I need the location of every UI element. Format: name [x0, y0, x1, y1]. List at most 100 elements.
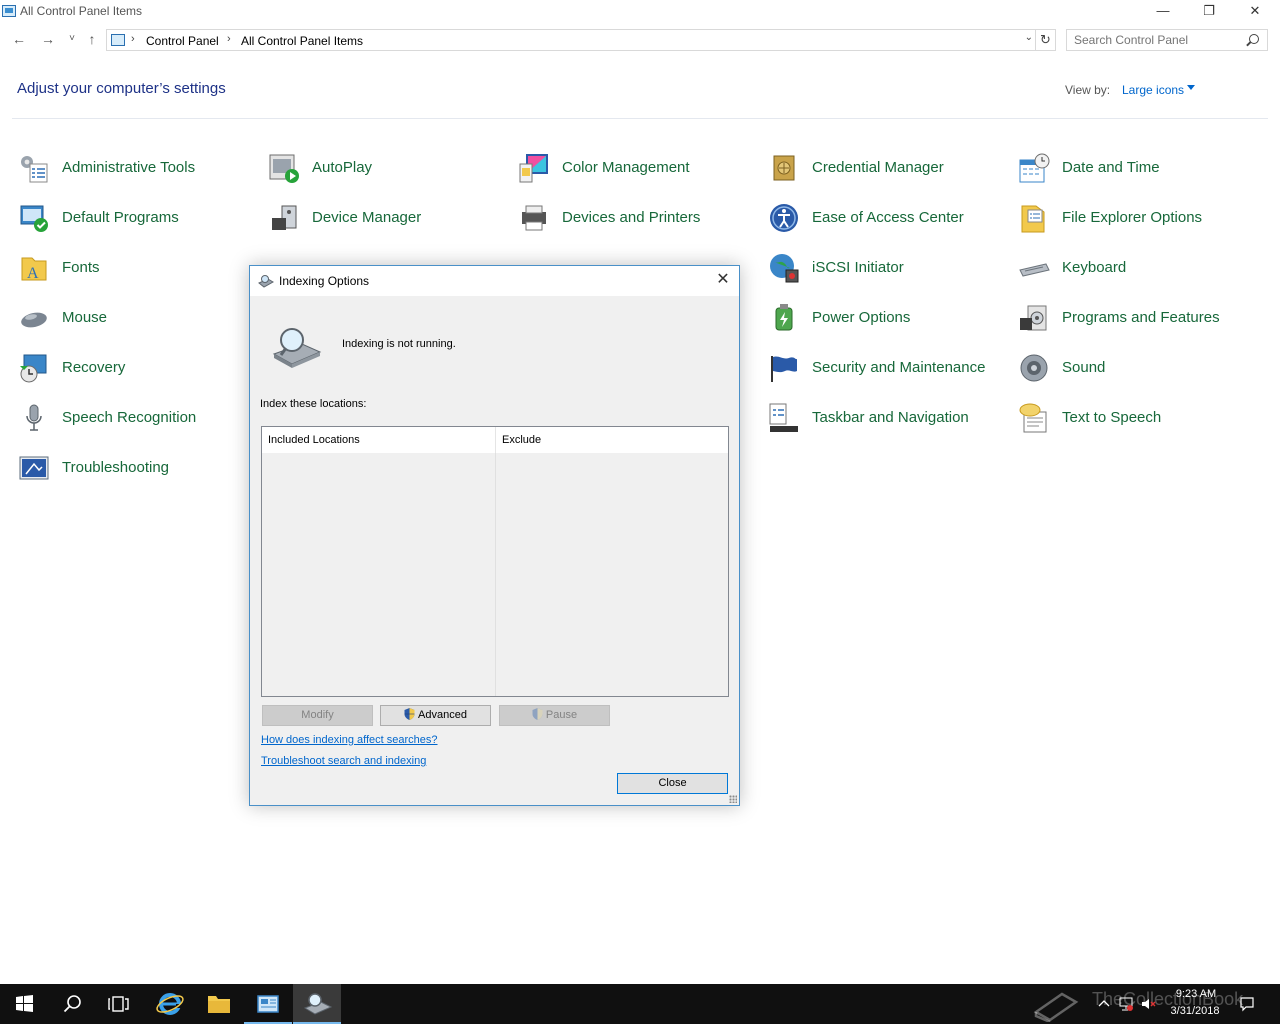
network-icon[interactable] [1118, 996, 1134, 1012]
close-button[interactable]: Close [617, 773, 728, 794]
advanced-label[interactable]: Advanced [418, 709, 467, 721]
close-window-button[interactable]: ✕ [1232, 0, 1278, 24]
item-label[interactable]: Device Manager [312, 209, 421, 226]
item-troubleshooting[interactable]: Troubleshooting [18, 452, 258, 486]
page-title: Adjust your computer’s settings [17, 80, 226, 97]
start-button[interactable] [0, 984, 48, 1024]
recent-locations-button[interactable]: ˅ [62, 29, 82, 51]
item-device-manager[interactable]: Device Manager [268, 202, 508, 236]
item-recovery[interactable]: Recovery [18, 352, 258, 386]
task-view-button[interactable] [96, 984, 144, 1024]
pause-button[interactable]: Pause [499, 705, 610, 726]
item-label[interactable]: Credential Manager [812, 159, 944, 176]
item-sound[interactable]: Sound [1018, 352, 1258, 386]
mouse-icon [21, 312, 47, 328]
item-keyboard[interactable]: Keyboard [1018, 252, 1258, 286]
item-label[interactable]: iSCSI Initiator [812, 259, 904, 276]
column-included-locations[interactable]: Included Locations [262, 427, 496, 453]
item-iscsi-initiator[interactable]: iSCSI Initiator [768, 252, 1008, 286]
item-speech-recognition[interactable]: Speech Recognition [18, 402, 258, 436]
clock-time[interactable]: 9:23 AM [1170, 988, 1222, 1000]
volume-muted-icon[interactable] [1140, 996, 1156, 1012]
column-exclude[interactable]: Exclude [496, 427, 728, 453]
minimize-button[interactable]: — [1140, 0, 1186, 24]
item-ease-of-access[interactable]: Ease of Access Center [768, 202, 1008, 236]
item-label[interactable]: Ease of Access Center [812, 209, 964, 226]
item-label[interactable]: Administrative Tools [62, 159, 195, 176]
item-label[interactable]: Recovery [62, 359, 125, 376]
item-text-to-speech[interactable]: Text to Speech [1018, 402, 1258, 436]
item-label[interactable]: AutoPlay [312, 159, 372, 176]
item-label[interactable]: Taskbar and Navigation [812, 409, 969, 426]
item-programs-features[interactable]: Programs and Features [1018, 302, 1258, 336]
address-dropdown-icon[interactable]: ⌄ [1025, 32, 1033, 43]
item-label[interactable]: Security and Maintenance [812, 359, 985, 376]
item-autoplay[interactable]: AutoPlay [268, 152, 508, 186]
chevron-down-icon[interactable] [1187, 85, 1195, 90]
locations-list[interactable]: Included Locations Exclude [261, 426, 729, 697]
indexing-help-link[interactable]: How does indexing affect searches? [261, 734, 438, 746]
breadcrumb-separator[interactable]: › [131, 33, 135, 45]
chevron-up-icon[interactable] [1096, 996, 1112, 1012]
item-mouse[interactable]: Mouse [18, 302, 258, 336]
view-by-dropdown[interactable]: Large icons [1122, 83, 1184, 97]
advanced-button[interactable]: Advanced [380, 705, 491, 726]
item-label[interactable]: Programs and Features [1062, 309, 1220, 326]
search-box[interactable] [1066, 29, 1268, 51]
dialog-titlebar: Indexing Options ✕ [250, 266, 739, 296]
item-file-explorer-options[interactable]: File Explorer Options [1018, 202, 1258, 236]
item-label[interactable]: Devices and Printers [562, 209, 700, 226]
item-label[interactable]: Mouse [62, 309, 107, 326]
resize-grip[interactable] [729, 795, 737, 803]
item-label[interactable]: Default Programs [62, 209, 179, 226]
clock-date[interactable]: 3/31/2018 [1168, 1005, 1222, 1017]
pause-label[interactable]: Pause [546, 709, 577, 721]
view-by-label: View by: [1065, 83, 1111, 97]
address-bar[interactable]: › Control Panel › All Control Panel Item… [106, 29, 1036, 51]
restore-button[interactable]: ❐ [1186, 0, 1232, 24]
item-date-time[interactable]: Date and Time [1018, 152, 1258, 186]
item-label[interactable]: Keyboard [1062, 259, 1126, 276]
back-button[interactable]: ← [9, 29, 29, 51]
forward-button[interactable]: → [38, 29, 58, 51]
control-panel-taskbar-button[interactable] [244, 984, 292, 1024]
item-label[interactable]: Color Management [562, 159, 690, 176]
search-taskbar-button[interactable] [48, 984, 96, 1024]
item-label[interactable]: Sound [1062, 359, 1105, 376]
keyboard-icon [1019, 263, 1050, 277]
indexing-options-taskbar-button[interactable] [293, 984, 341, 1024]
ease-of-access-icon [770, 204, 798, 232]
item-label[interactable]: Power Options [812, 309, 910, 326]
breadcrumb-control-panel[interactable]: Control Panel [146, 34, 219, 48]
item-taskbar-navigation[interactable]: Taskbar and Navigation [768, 402, 1008, 436]
item-label[interactable]: Text to Speech [1062, 409, 1161, 426]
modify-button[interactable]: Modify [262, 705, 373, 726]
book-logo-icon [1033, 992, 1079, 1022]
breadcrumb-separator[interactable]: › [227, 33, 231, 45]
item-label[interactable]: Date and Time [1062, 159, 1160, 176]
item-default-programs[interactable]: Default Programs [18, 202, 258, 236]
internet-explorer-button[interactable] [146, 984, 194, 1024]
item-label[interactable]: Fonts [62, 259, 100, 276]
file-explorer-button[interactable] [195, 984, 243, 1024]
action-center-icon[interactable] [1239, 996, 1255, 1012]
search-icon[interactable] [1249, 34, 1259, 44]
item-devices-printers[interactable]: Devices and Printers [518, 202, 758, 236]
item-credential-manager[interactable]: Credential Manager [768, 152, 1008, 186]
item-fonts[interactable]: A Fonts [18, 252, 258, 286]
item-administrative-tools[interactable]: Administrative Tools [18, 152, 258, 186]
search-input[interactable] [1067, 30, 1243, 50]
dialog-close-icon[interactable]: ✕ [707, 266, 739, 296]
item-label[interactable]: Troubleshooting [62, 459, 169, 476]
item-label[interactable]: Speech Recognition [62, 409, 196, 426]
item-color-management[interactable]: Color Management [518, 152, 758, 186]
refresh-button[interactable]: ↻ [1036, 29, 1056, 51]
recovery-icon [20, 354, 47, 383]
item-security-maintenance[interactable]: Security and Maintenance [768, 352, 1008, 386]
troubleshoot-link[interactable]: Troubleshoot search and indexing [261, 755, 426, 767]
breadcrumb-all-items[interactable]: All Control Panel Items [241, 34, 363, 48]
up-button[interactable]: ↑ [82, 29, 102, 51]
item-label[interactable]: File Explorer Options [1062, 209, 1202, 226]
item-power-options[interactable]: Power Options [768, 302, 1008, 336]
flag-icon [771, 356, 797, 382]
